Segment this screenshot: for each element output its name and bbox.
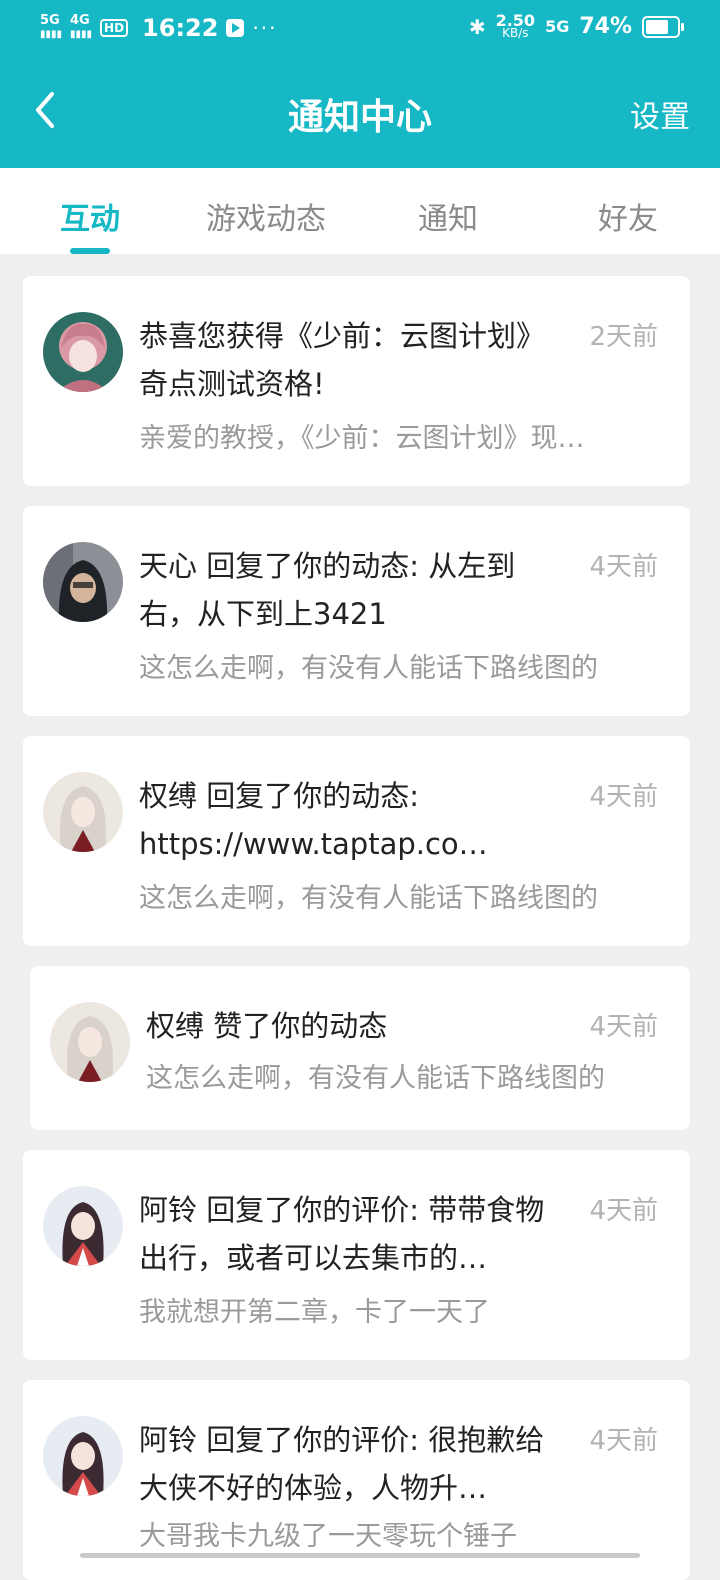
tab-bar: 互动 游戏动态 通知 好友	[0, 168, 720, 254]
home-indicator	[80, 1553, 640, 1558]
notification-time: 2天前	[589, 322, 658, 352]
status-bar: 5G ▮▮▮▮ 4G ▮▮▮▮ HD 16:22 ··· ✱ 2.50 KB/s 5G…	[0, 0, 720, 56]
notification-title: 权缚 回复了你的动态: https://www.taptap.co…	[139, 779, 488, 861]
notification-preview: 亲爱的教授，《少前：云图计划》现…	[139, 423, 585, 454]
notification-preview: 这怎么走啊，有没有人能话下路线图的	[146, 1063, 605, 1094]
status-time: 16:22	[142, 14, 219, 42]
notification-time: 4天前	[589, 1196, 658, 1226]
notification-card[interactable]: 权缚 回复了你的动态: https://www.taptap.co… 这怎么走啊…	[23, 736, 690, 946]
notification-preview: 这怎么走啊，有没有人能话下路线图的	[139, 883, 598, 914]
white-hair-avatar-icon	[50, 1002, 130, 1082]
avatar[interactable]	[50, 1002, 130, 1082]
notification-card[interactable]: 恭喜您获得《少前：云图计划》奇点测试资格! 亲爱的教授，《少前：云图计划》现… …	[23, 276, 690, 486]
battery-icon	[642, 15, 684, 38]
active-tab-indicator	[70, 248, 110, 254]
signal-1-label: 5G	[40, 13, 60, 28]
net-type-icon: 5G	[545, 16, 570, 36]
battery-percent: 74%	[579, 14, 632, 39]
settings-button[interactable]: 设置	[630, 92, 690, 136]
top-bar: 5G ▮▮▮▮ 4G ▮▮▮▮ HD 16:22 ··· ✱ 2.50 KB/s 5G…	[0, 0, 720, 168]
signal-5g-icon: 5G ▮▮▮▮	[40, 13, 63, 41]
notification-card[interactable]: 天心 回复了你的动态: 从左到右，从下到上3421 这怎么走啊，有没有人能话下路…	[23, 506, 690, 716]
notification-preview: 我就想开第二章，卡了一天了	[139, 1297, 490, 1328]
notification-card[interactable]: 阿铃 回复了你的评价: 带带食物出行，或者可以去集市的… 我就想开第二章，卡了一…	[23, 1150, 690, 1360]
notification-title: 恭喜您获得《少前：云图计划》奇点测试资格!	[139, 319, 546, 401]
bluetooth-icon: ✱	[468, 14, 486, 39]
notification-title: 阿铃 回复了你的评价: 带带食物出行，或者可以去集市的…	[139, 1193, 545, 1275]
network-speed: 2.50 KB/s	[495, 10, 536, 40]
hooded-person-avatar-icon	[43, 542, 123, 622]
avatar[interactable]	[43, 1186, 123, 1266]
notification-card[interactable]: 阿铃 回复了你的评价: 很抱歉给大侠不好的体验，人物升… 大哥我卡九级了一天零玩…	[23, 1380, 690, 1580]
tab-interaction[interactable]: 互动	[60, 194, 120, 238]
notification-title: 阿铃 回复了你的评价: 很抱歉给大侠不好的体验，人物升…	[139, 1423, 545, 1505]
tab-game-updates[interactable]: 游戏动态	[206, 194, 326, 238]
signal-2-label: 4G	[70, 13, 90, 28]
anime-girl-pink-avatar-icon	[43, 312, 123, 392]
avatar[interactable]	[43, 772, 123, 852]
more-notifications-icon: ···	[252, 16, 278, 40]
notification-time: 4天前	[589, 1426, 658, 1456]
notification-preview: 大哥我卡九级了一天零玩个锤子	[139, 1521, 517, 1552]
avatar[interactable]	[43, 1416, 123, 1496]
kimono-girl-avatar-icon	[43, 1416, 123, 1496]
avatar[interactable]	[43, 542, 123, 622]
kimono-girl-avatar-icon	[43, 1186, 123, 1266]
notification-card[interactable]: 权缚 赞了你的动态 这怎么走啊，有没有人能话下路线图的 4天前	[30, 966, 690, 1130]
notification-title: 天心 回复了你的动态: 从左到右，从下到上3421	[139, 549, 516, 631]
video-app-icon	[226, 19, 245, 37]
tab-friends[interactable]: 好友	[598, 194, 658, 238]
notification-title: 权缚 赞了你的动态	[146, 1009, 388, 1043]
notification-time: 4天前	[589, 552, 658, 582]
hd-icon: HD	[100, 19, 129, 37]
notification-time: 4天前	[589, 1012, 658, 1042]
avatar[interactable]	[43, 312, 123, 392]
tab-notifications[interactable]: 通知	[418, 194, 478, 238]
page-title: 通知中心	[287, 97, 432, 138]
nav-bar: 通知中心 设置	[0, 70, 720, 154]
white-hair-avatar-icon	[43, 772, 123, 852]
signal-4g-icon: 4G ▮▮▮▮	[70, 13, 93, 41]
notification-preview: 这怎么走啊，有没有人能话下路线图的	[139, 653, 598, 684]
notification-time: 4天前	[589, 782, 658, 812]
